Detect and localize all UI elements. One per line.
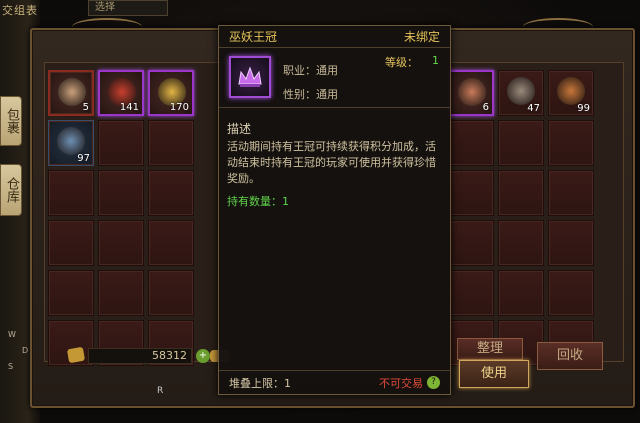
- level-value: 1: [432, 54, 439, 67]
- item-tooltip: 巫妖王冠 未绑定 职业：通用 性别：通用 等级： 1 描述 活动期间持有王冠可持…: [218, 25, 451, 395]
- inventory-slot[interactable]: [98, 170, 144, 216]
- hold-count: 持有数量：1: [227, 195, 289, 208]
- inventory-slot[interactable]: [548, 170, 594, 216]
- trade-status: 不可交易: [379, 376, 423, 390]
- tooltip-summary: 职业：通用 性别：通用 等级： 1: [219, 48, 450, 108]
- inventory-slot-item[interactable]: 6: [448, 70, 494, 116]
- item-icon: [57, 127, 85, 155]
- item-name: 巫妖王冠: [229, 30, 278, 44]
- gold-coin-icon: [66, 346, 86, 364]
- item-quantity: 5: [82, 102, 89, 113]
- item-quantity: 99: [577, 103, 590, 114]
- description-section: 描述 活动期间持有王冠可持续获得积分加成，活动结束时持有王冠的玩家可使用并获得珍…: [219, 108, 450, 209]
- inventory-slot[interactable]: [548, 270, 594, 316]
- tooltip-header: 巫妖王冠 未绑定: [219, 26, 450, 48]
- inventory-slot-item[interactable]: 97: [48, 120, 94, 166]
- inventory-slot[interactable]: [48, 270, 94, 316]
- inventory-slot[interactable]: [448, 270, 494, 316]
- gold-amount: 58312: [88, 348, 192, 364]
- sort-button[interactable]: 整理: [457, 338, 523, 360]
- game-screen: 交组表 选择 包裹 仓库 W D S 51411706479997+2 5831…: [0, 0, 640, 423]
- item-quantity: 6: [482, 102, 489, 113]
- inventory-slot[interactable]: [498, 170, 544, 216]
- description-text: 活动期间持有王冠可持续获得积分加成，活动结束时持有王冠的玩家可使用并获得珍惜奖励…: [227, 140, 436, 185]
- inventory-slot-item[interactable]: 47: [498, 70, 544, 116]
- inventory-slot-item[interactable]: 170: [148, 70, 194, 116]
- inventory-slot[interactable]: [498, 220, 544, 266]
- compass-s: S: [8, 362, 14, 371]
- inventory-slot[interactable]: [448, 220, 494, 266]
- recycle-button[interactable]: 回收: [537, 342, 603, 370]
- inventory-slot[interactable]: [548, 220, 594, 266]
- question-icon[interactable]: ?: [427, 376, 440, 389]
- tooltip-footer: 堆叠上限：1 不可交易 ?: [219, 370, 450, 394]
- top-dropdown[interactable]: 选择: [88, 0, 168, 16]
- tab-bag[interactable]: 包裹: [0, 96, 22, 146]
- tab-warehouse[interactable]: 仓库: [0, 164, 22, 216]
- inventory-slot[interactable]: [48, 170, 94, 216]
- use-button[interactable]: 使用: [459, 360, 529, 388]
- item-icon: [557, 77, 585, 105]
- inventory-slot[interactable]: [98, 120, 144, 166]
- item-quantity: 141: [119, 102, 139, 113]
- level-label: 等级：: [385, 56, 418, 69]
- inventory-slot[interactable]: [148, 170, 194, 216]
- item-icon: [507, 77, 535, 105]
- compass-d: D: [22, 346, 29, 355]
- compass-r: R: [157, 386, 164, 396]
- crown-icon: [229, 56, 271, 98]
- career-label: 职业：通用: [283, 64, 338, 77]
- item-quantity: 97: [77, 153, 90, 164]
- item-quantity: 170: [169, 102, 189, 113]
- item-quantity: 47: [527, 103, 540, 114]
- inventory-slot[interactable]: [548, 120, 594, 166]
- inventory-slot-item[interactable]: 141: [98, 70, 144, 116]
- inventory-slot[interactable]: [498, 120, 544, 166]
- top-left-label: 交组表: [2, 4, 38, 17]
- compass-w: W: [8, 330, 16, 339]
- inventory-slot[interactable]: [448, 120, 494, 166]
- inventory-slot-item[interactable]: 5: [48, 70, 94, 116]
- inventory-slot[interactable]: [98, 270, 144, 316]
- description-title: 描述: [227, 122, 252, 136]
- inventory-slot[interactable]: [448, 170, 494, 216]
- inventory-slot[interactable]: [148, 120, 194, 166]
- inventory-slot-item[interactable]: 99: [548, 70, 594, 116]
- add-gold-icon[interactable]: +: [196, 349, 210, 363]
- inventory-slot[interactable]: [498, 270, 544, 316]
- gender-label: 性别：通用: [283, 88, 338, 101]
- inventory-slot[interactable]: [148, 270, 194, 316]
- bind-status: 未绑定: [403, 30, 440, 44]
- inventory-slot[interactable]: [48, 220, 94, 266]
- inventory-slot[interactable]: [148, 220, 194, 266]
- stack-limit: 堆叠上限：1: [229, 376, 291, 390]
- inventory-slot[interactable]: [98, 220, 144, 266]
